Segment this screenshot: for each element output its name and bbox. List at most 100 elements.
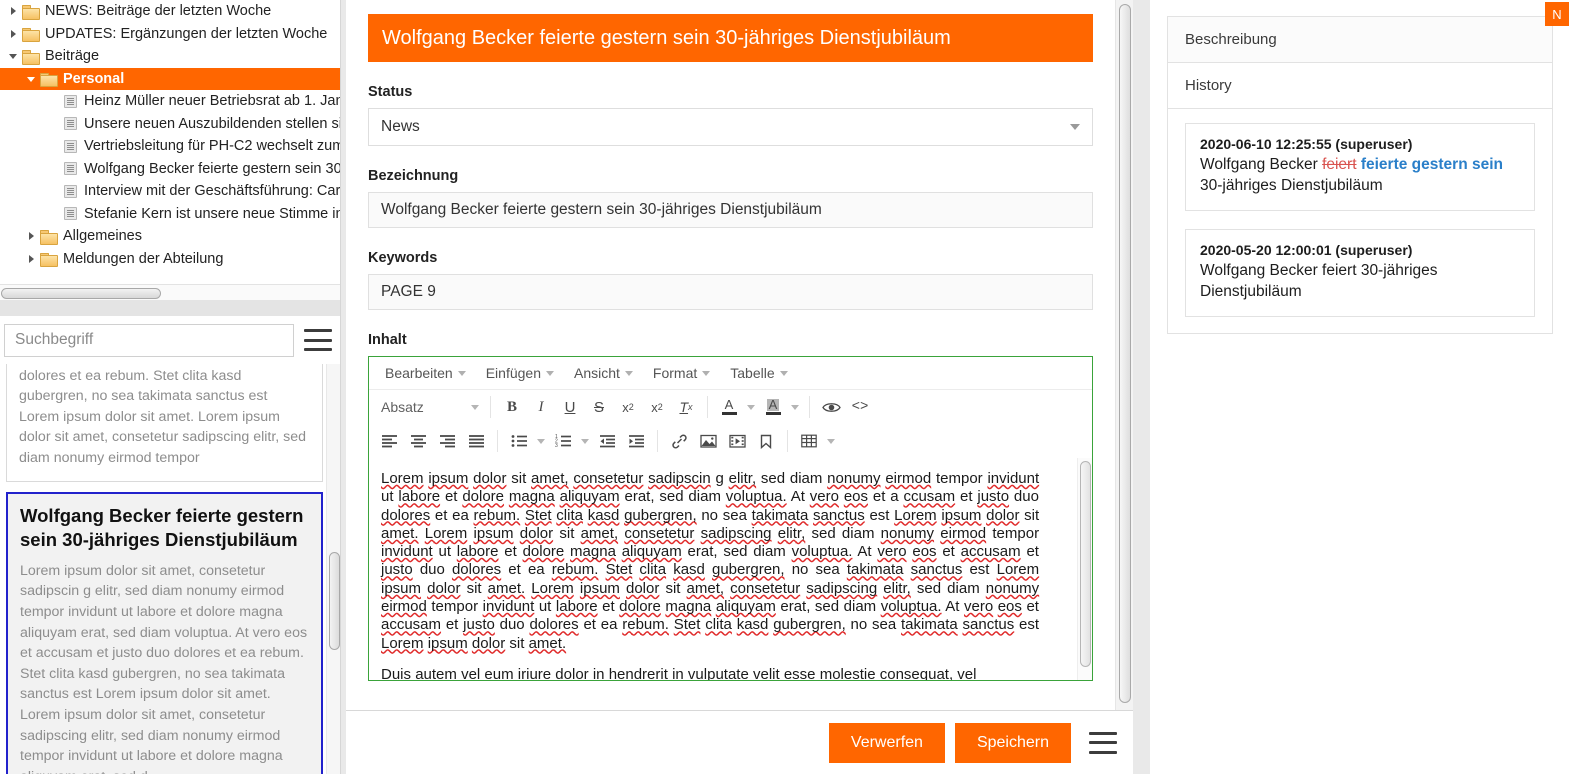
- background-color-icon[interactable]: A: [759, 393, 787, 421]
- results-scroll-thumb[interactable]: [329, 552, 340, 650]
- folder-icon: [40, 72, 57, 86]
- editor-menu-einfügen[interactable]: Einfügen: [478, 362, 562, 384]
- editor-vertical-scrollbar[interactable]: [1077, 458, 1092, 680]
- result-card[interactable]: voluptua. At vero eos et accusam et just…: [6, 364, 323, 482]
- results-vertical-scrollbar[interactable]: [326, 364, 341, 774]
- panel-gap: [1133, 0, 1150, 774]
- align-right-icon[interactable]: [433, 427, 461, 455]
- editor-menu-label: Bearbeiten: [385, 365, 453, 381]
- bullet-list-dropdown-icon[interactable]: [534, 427, 548, 455]
- hamburger-menu-icon[interactable]: [304, 329, 332, 351]
- preview-icon[interactable]: [817, 393, 845, 421]
- application-root: NEWS: Beiträge der letzten WocheUPDATES:…: [0, 0, 1595, 774]
- tree-item[interactable]: NEWS: Beiträge der letzten Woche: [0, 0, 341, 23]
- editor-scroll-thumb[interactable]: [1080, 461, 1091, 667]
- result-title: Wolfgang Becker feierte gestern sein 30-…: [20, 504, 309, 553]
- indent-icon[interactable]: [622, 427, 650, 455]
- tree-horizontal-scrollbar[interactable]: [0, 284, 341, 300]
- main-vertical-scrollbar[interactable]: [1115, 0, 1133, 710]
- hamburger-bar: [304, 339, 332, 342]
- result-card[interactable]: Wolfgang Becker feierte gestern sein 30-…: [6, 492, 323, 774]
- main-editor-panel: Wolfgang Becker feierte gestern sein 30-…: [346, 0, 1133, 774]
- italic-icon[interactable]: I: [527, 393, 555, 421]
- tree-item[interactable]: Interview mit der Geschäftsführung: Cars…: [0, 180, 341, 203]
- main-scroll-thumb[interactable]: [1119, 4, 1131, 703]
- search-bar: [0, 316, 341, 364]
- main-scroll-area: Wolfgang Becker feierte gestern sein 30-…: [346, 0, 1115, 710]
- tree-item[interactable]: Meldungen der Abteilung: [0, 248, 341, 271]
- tree-twisty-open-icon[interactable]: [24, 71, 40, 87]
- bezeichnung-label: Bezeichnung: [368, 168, 1093, 184]
- tree-item[interactable]: Beiträge: [0, 45, 341, 68]
- editor-menu-tabelle[interactable]: Tabelle: [722, 362, 795, 384]
- tree-item[interactable]: Vertriebsleitung für PH-C2 wechselt zum …: [0, 135, 341, 158]
- tree-twisty-closed-icon[interactable]: [24, 228, 40, 244]
- tree-item[interactable]: Stefanie Kern ist unsere neue Stimme in …: [0, 203, 341, 226]
- outdent-icon[interactable]: [593, 427, 621, 455]
- keywords-label: Keywords: [368, 250, 1093, 266]
- text-color-dropdown-icon[interactable]: [744, 393, 758, 421]
- editor-paragraph: Lorem ipsum dolor sit amet, consetetur s…: [381, 470, 1039, 653]
- sidebar-splitter[interactable]: [0, 300, 341, 316]
- background-color-dropdown-icon[interactable]: [788, 393, 802, 421]
- tree-item[interactable]: Heinz Müller neuer Betriebsrat ab 1. Jan…: [0, 90, 341, 113]
- result-body: Lorem ipsum dolor sit amet, consetetur s…: [20, 561, 309, 774]
- result-body: voluptua. At vero eos et accusam et just…: [19, 364, 310, 469]
- editor-menu-bearbeiten[interactable]: Bearbeiten: [377, 362, 474, 384]
- tree-item-label: Beiträge: [45, 48, 99, 64]
- editor-menu-format[interactable]: Format: [645, 362, 718, 384]
- tree-twisty-closed-icon[interactable]: [6, 26, 22, 42]
- clear-formatting-icon[interactable]: Tx: [672, 393, 700, 421]
- editor-body: Lorem ipsum dolor sit amet, consetetur s…: [369, 458, 1092, 680]
- hamburger-bar: [304, 329, 332, 332]
- image-icon[interactable]: [694, 427, 722, 455]
- tree-hscroll-thumb[interactable]: [1, 288, 161, 299]
- subscript-icon[interactable]: x2: [643, 393, 671, 421]
- tree-twisty-closed-icon[interactable]: [6, 3, 22, 19]
- align-center-icon[interactable]: [404, 427, 432, 455]
- tree-item[interactable]: Personal: [0, 68, 341, 91]
- editor-menu-ansicht[interactable]: Ansicht: [566, 362, 641, 384]
- bullet-list-icon[interactable]: [505, 427, 533, 455]
- tree-item-label: Interview mit der Geschäftsführung: Cars…: [84, 183, 341, 199]
- link-icon[interactable]: [665, 427, 693, 455]
- toolbar-divider: [809, 396, 810, 418]
- chevron-down-icon: [471, 405, 479, 410]
- hamburger-menu-icon[interactable]: [1089, 732, 1117, 754]
- table-icon[interactable]: [795, 427, 823, 455]
- tree-item-label: Vertriebsleitung für PH-C2 wechselt zum …: [84, 138, 341, 154]
- save-button[interactable]: Speichern: [955, 723, 1071, 763]
- align-justify-icon[interactable]: [462, 427, 490, 455]
- table-dropdown-icon[interactable]: [824, 427, 838, 455]
- strikethrough-icon[interactable]: S: [585, 393, 613, 421]
- paragraph-style-select[interactable]: Absatz: [375, 394, 483, 420]
- notification-badge[interactable]: N: [1545, 2, 1569, 26]
- status-select[interactable]: News: [368, 108, 1093, 146]
- discard-button[interactable]: Verwerfen: [829, 723, 945, 763]
- tree-item[interactable]: UPDATES: Ergänzungen der letzten Woche: [0, 23, 341, 46]
- history-entry[interactable]: 2020-05-20 12:00:01 (superuser)Wolfgang …: [1185, 229, 1535, 317]
- history-diff-text: Wolfgang Becker feiert 30-jähriges Diens…: [1200, 261, 1520, 302]
- numbered-list-icon[interactable]: 1 2 3: [549, 427, 577, 455]
- accordion-section-beschreibung[interactable]: Beschreibung: [1168, 17, 1552, 63]
- bold-icon[interactable]: B: [498, 393, 526, 421]
- source-code-icon[interactable]: <>: [846, 393, 874, 421]
- tree-twisty-open-icon[interactable]: [6, 48, 22, 64]
- superscript-icon[interactable]: x2: [614, 393, 642, 421]
- underline-icon[interactable]: U: [556, 393, 584, 421]
- history-entry[interactable]: 2020-06-10 12:25:55 (superuser)Wolfgang …: [1185, 123, 1535, 211]
- editor-content[interactable]: Lorem ipsum dolor sit amet, consetetur s…: [369, 458, 1055, 680]
- align-left-icon[interactable]: [375, 427, 403, 455]
- media-icon[interactable]: [723, 427, 751, 455]
- tree-item[interactable]: Unsere neuen Auszubildenden stellen sich…: [0, 113, 341, 136]
- search-input[interactable]: [4, 324, 294, 357]
- bezeichnung-input[interactable]: Wolfgang Becker feierte gestern sein 30-…: [368, 192, 1093, 228]
- anchor-icon[interactable]: [752, 427, 780, 455]
- keywords-input[interactable]: PAGE 9: [368, 274, 1093, 310]
- text-color-icon[interactable]: A: [715, 393, 743, 421]
- numbered-list-dropdown-icon[interactable]: [578, 427, 592, 455]
- accordion-section-history[interactable]: History: [1168, 63, 1552, 109]
- tree-twisty-closed-icon[interactable]: [24, 251, 40, 267]
- tree-item[interactable]: Wolfgang Becker feierte gestern sein 30-…: [0, 158, 341, 181]
- tree-item[interactable]: Allgemeines: [0, 225, 341, 248]
